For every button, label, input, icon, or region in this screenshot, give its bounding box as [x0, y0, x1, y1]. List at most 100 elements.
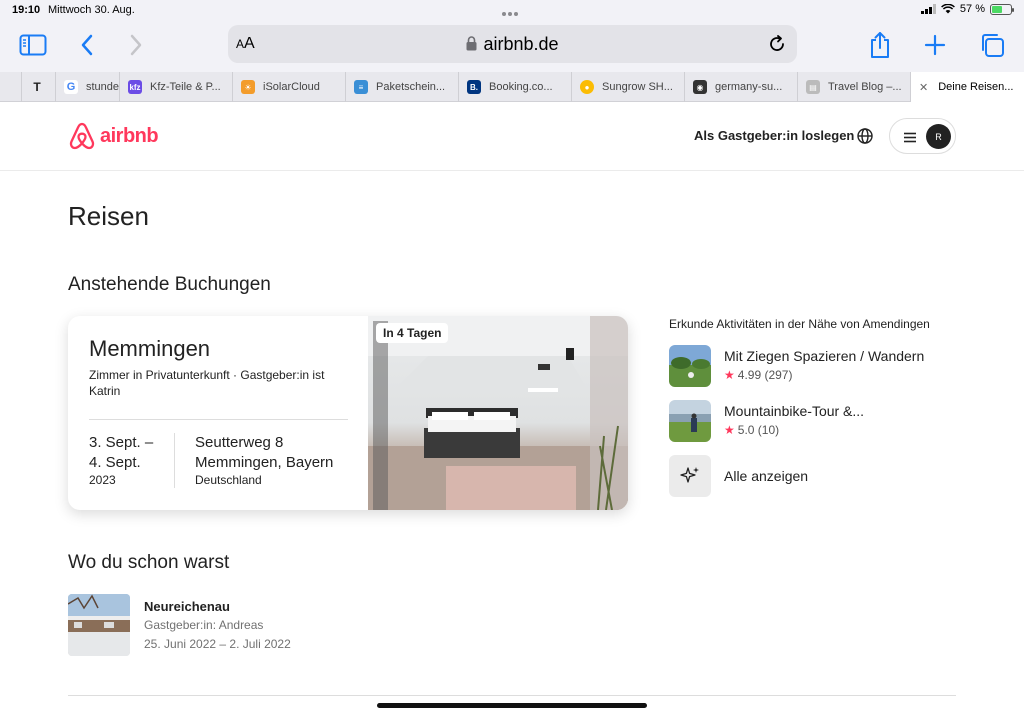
paket-icon: ≡: [354, 80, 368, 94]
page-title: Reisen: [68, 201, 149, 231]
sparkles-icon: [669, 455, 711, 497]
new-tab-icon[interactable]: [920, 30, 950, 60]
become-host-link[interactable]: Als Gastgeber:in loslegen: [694, 128, 854, 143]
upcoming-heading: Anstehende Buchungen: [68, 274, 271, 295]
sidebar-icon[interactable]: [18, 30, 48, 60]
menu-icon: [904, 132, 916, 143]
activity-rating: ★ 4.99 (297): [724, 368, 792, 382]
past-trip-dates: 25. Juni 2022 – 2. Juli 2022: [144, 637, 291, 651]
tab-label: Sungrow SH...: [602, 81, 673, 93]
tab-overview-icon[interactable]: [977, 30, 1007, 60]
home-indicator[interactable]: [377, 703, 647, 708]
user-menu-button[interactable]: R: [889, 118, 956, 154]
star-icon: ★: [724, 368, 735, 382]
bedroom-photo-illustration: [368, 316, 628, 510]
battery-fill: [992, 5, 1003, 13]
tab-label: Travel Blog –...: [828, 81, 902, 93]
battery-percent: 57 %: [959, 3, 985, 15]
activities-title: Erkunde Aktivitäten in der Nähe von Amen…: [669, 317, 930, 331]
tab-label: Deine Reisen...: [938, 81, 1014, 93]
tab-deine-reisen[interactable]: ✕ Deine Reisen...: [911, 72, 1024, 102]
tab-booking[interactable]: B. Booking.co...: [459, 72, 572, 102]
globe-icon[interactable]: [856, 127, 874, 145]
share-icon[interactable]: [865, 30, 895, 60]
airbnb-logo-icon: [69, 122, 95, 150]
activity-item[interactable]: Mit Ziegen Spazieren / Wandern ★ 4.99 (29…: [669, 345, 959, 387]
wifi-icon: [940, 4, 955, 14]
tab-kfz[interactable]: kfz Kfz-Teile & P...: [120, 72, 233, 102]
card-vertical-divider: [174, 433, 175, 488]
blog-icon: ▤: [806, 80, 820, 94]
past-trip-thumbnail: [68, 594, 130, 656]
section-divider: [68, 695, 956, 696]
tab-label: iSolarCloud: [263, 81, 320, 93]
logo-text: airbnb: [100, 124, 159, 147]
multitasking-dots-icon[interactable]: [502, 7, 522, 16]
activity-rating: ★ 5.0 (10): [724, 423, 779, 437]
rating-value: 5.0 (10): [737, 423, 780, 437]
back-icon[interactable]: [72, 30, 102, 60]
show-all-activities[interactable]: Alle anzeigen: [669, 455, 959, 497]
url-text: airbnb.de: [483, 34, 559, 54]
address-bar[interactable]: AA airbnb.de: [228, 25, 797, 63]
tab-spacer: [0, 72, 22, 102]
tab-germany[interactable]: ◉ germany-su...: [685, 72, 798, 102]
tab-sungrow[interactable]: ● Sungrow SH...: [572, 72, 685, 102]
status-time: 19:10: [12, 4, 41, 16]
booking-address: Seutterweg 8 Memmingen, Bayern: [195, 433, 333, 473]
tab-label: Paketschein...: [376, 81, 446, 93]
camera-icon: ◉: [693, 80, 707, 94]
kfz-icon: kfz: [128, 80, 142, 94]
activity-item[interactable]: Mountainbike-Tour &... ★ 5.0 (10): [669, 400, 959, 442]
cellular-signal-icon: [920, 4, 936, 14]
tab-label: stunde: [86, 81, 120, 93]
activity-name: Mountainbike-Tour &...: [724, 403, 865, 419]
close-icon[interactable]: ✕: [919, 81, 928, 94]
past-trip-host: Gastgeber:in: Andreas: [144, 618, 264, 632]
activity-name: Mit Ziegen Spazieren / Wandern: [724, 348, 925, 364]
tesla-icon: T: [33, 80, 41, 94]
booking-city: Memmingen: [89, 336, 211, 361]
past-trip-item[interactable]: Neureichenau Gastgeber:in: Andreas 25. J…: [68, 594, 468, 656]
booking-street: Seutterweg 8: [195, 434, 284, 451]
booking-date-end: 4. Sept.: [89, 454, 141, 471]
booking-country: Deutschland: [195, 473, 262, 487]
tab-paketschein[interactable]: ≡ Paketschein...: [346, 72, 459, 102]
star-icon: ★: [724, 423, 735, 437]
booking-dates: 3. Sept. – 4. Sept.: [89, 433, 153, 473]
site-header: airbnb Als Gastgeber:in loslegen R: [0, 102, 1024, 171]
status-date: Mittwoch 30. Aug.: [48, 4, 135, 16]
forward-icon[interactable]: [121, 30, 151, 60]
tab-travel-blog[interactable]: ▤ Travel Blog –...: [798, 72, 911, 102]
upcoming-booking-card[interactable]: Memmingen Zimmer in Privatunterkunft · G…: [68, 316, 628, 510]
battery-icon: [990, 3, 1014, 15]
booking-icon: B.: [467, 80, 481, 94]
isolar-icon: ☀: [241, 80, 255, 94]
maps-pin-icon: ●: [580, 80, 594, 94]
lock-icon: [466, 36, 477, 51]
browser-toolbar: AA airbnb.de: [0, 20, 1024, 72]
listing-photo[interactable]: In 4 Tagen: [368, 316, 628, 510]
reload-icon[interactable]: [767, 34, 787, 54]
tab-label: germany-su...: [715, 81, 783, 93]
tab-isolarcloud[interactable]: ☀ iSolarCloud: [233, 72, 346, 102]
show-all-label: Alle anzeigen: [724, 468, 809, 484]
past-trips-heading: Wo du schon warst: [68, 552, 230, 573]
tab-google[interactable]: G stunde: [56, 72, 120, 102]
tab-tesla[interactable]: T: [22, 72, 56, 102]
activity-thumbnail: [669, 400, 711, 442]
url-display[interactable]: airbnb.de: [228, 34, 797, 55]
airbnb-logo[interactable]: airbnb: [68, 121, 159, 151]
status-right: 57 %: [920, 3, 1014, 15]
booking-subtitle: Zimmer in Privatunterkunft · Gastgeber:i…: [89, 368, 325, 398]
tab-label: Kfz-Teile & P...: [150, 81, 221, 93]
past-trip-name: Neureichenau: [144, 599, 230, 614]
activity-thumbnail: [669, 345, 711, 387]
tab-label: Booking.co...: [489, 81, 553, 93]
rating-value: 4.99 (297): [737, 368, 793, 382]
avatar: R: [926, 124, 951, 149]
google-icon: G: [64, 80, 78, 94]
countdown-badge: In 4 Tagen: [376, 323, 449, 343]
tab-bar: T G stunde kfz Kfz-Teile & P... ☀ iSolar…: [0, 72, 1024, 102]
card-divider: [89, 419, 348, 420]
